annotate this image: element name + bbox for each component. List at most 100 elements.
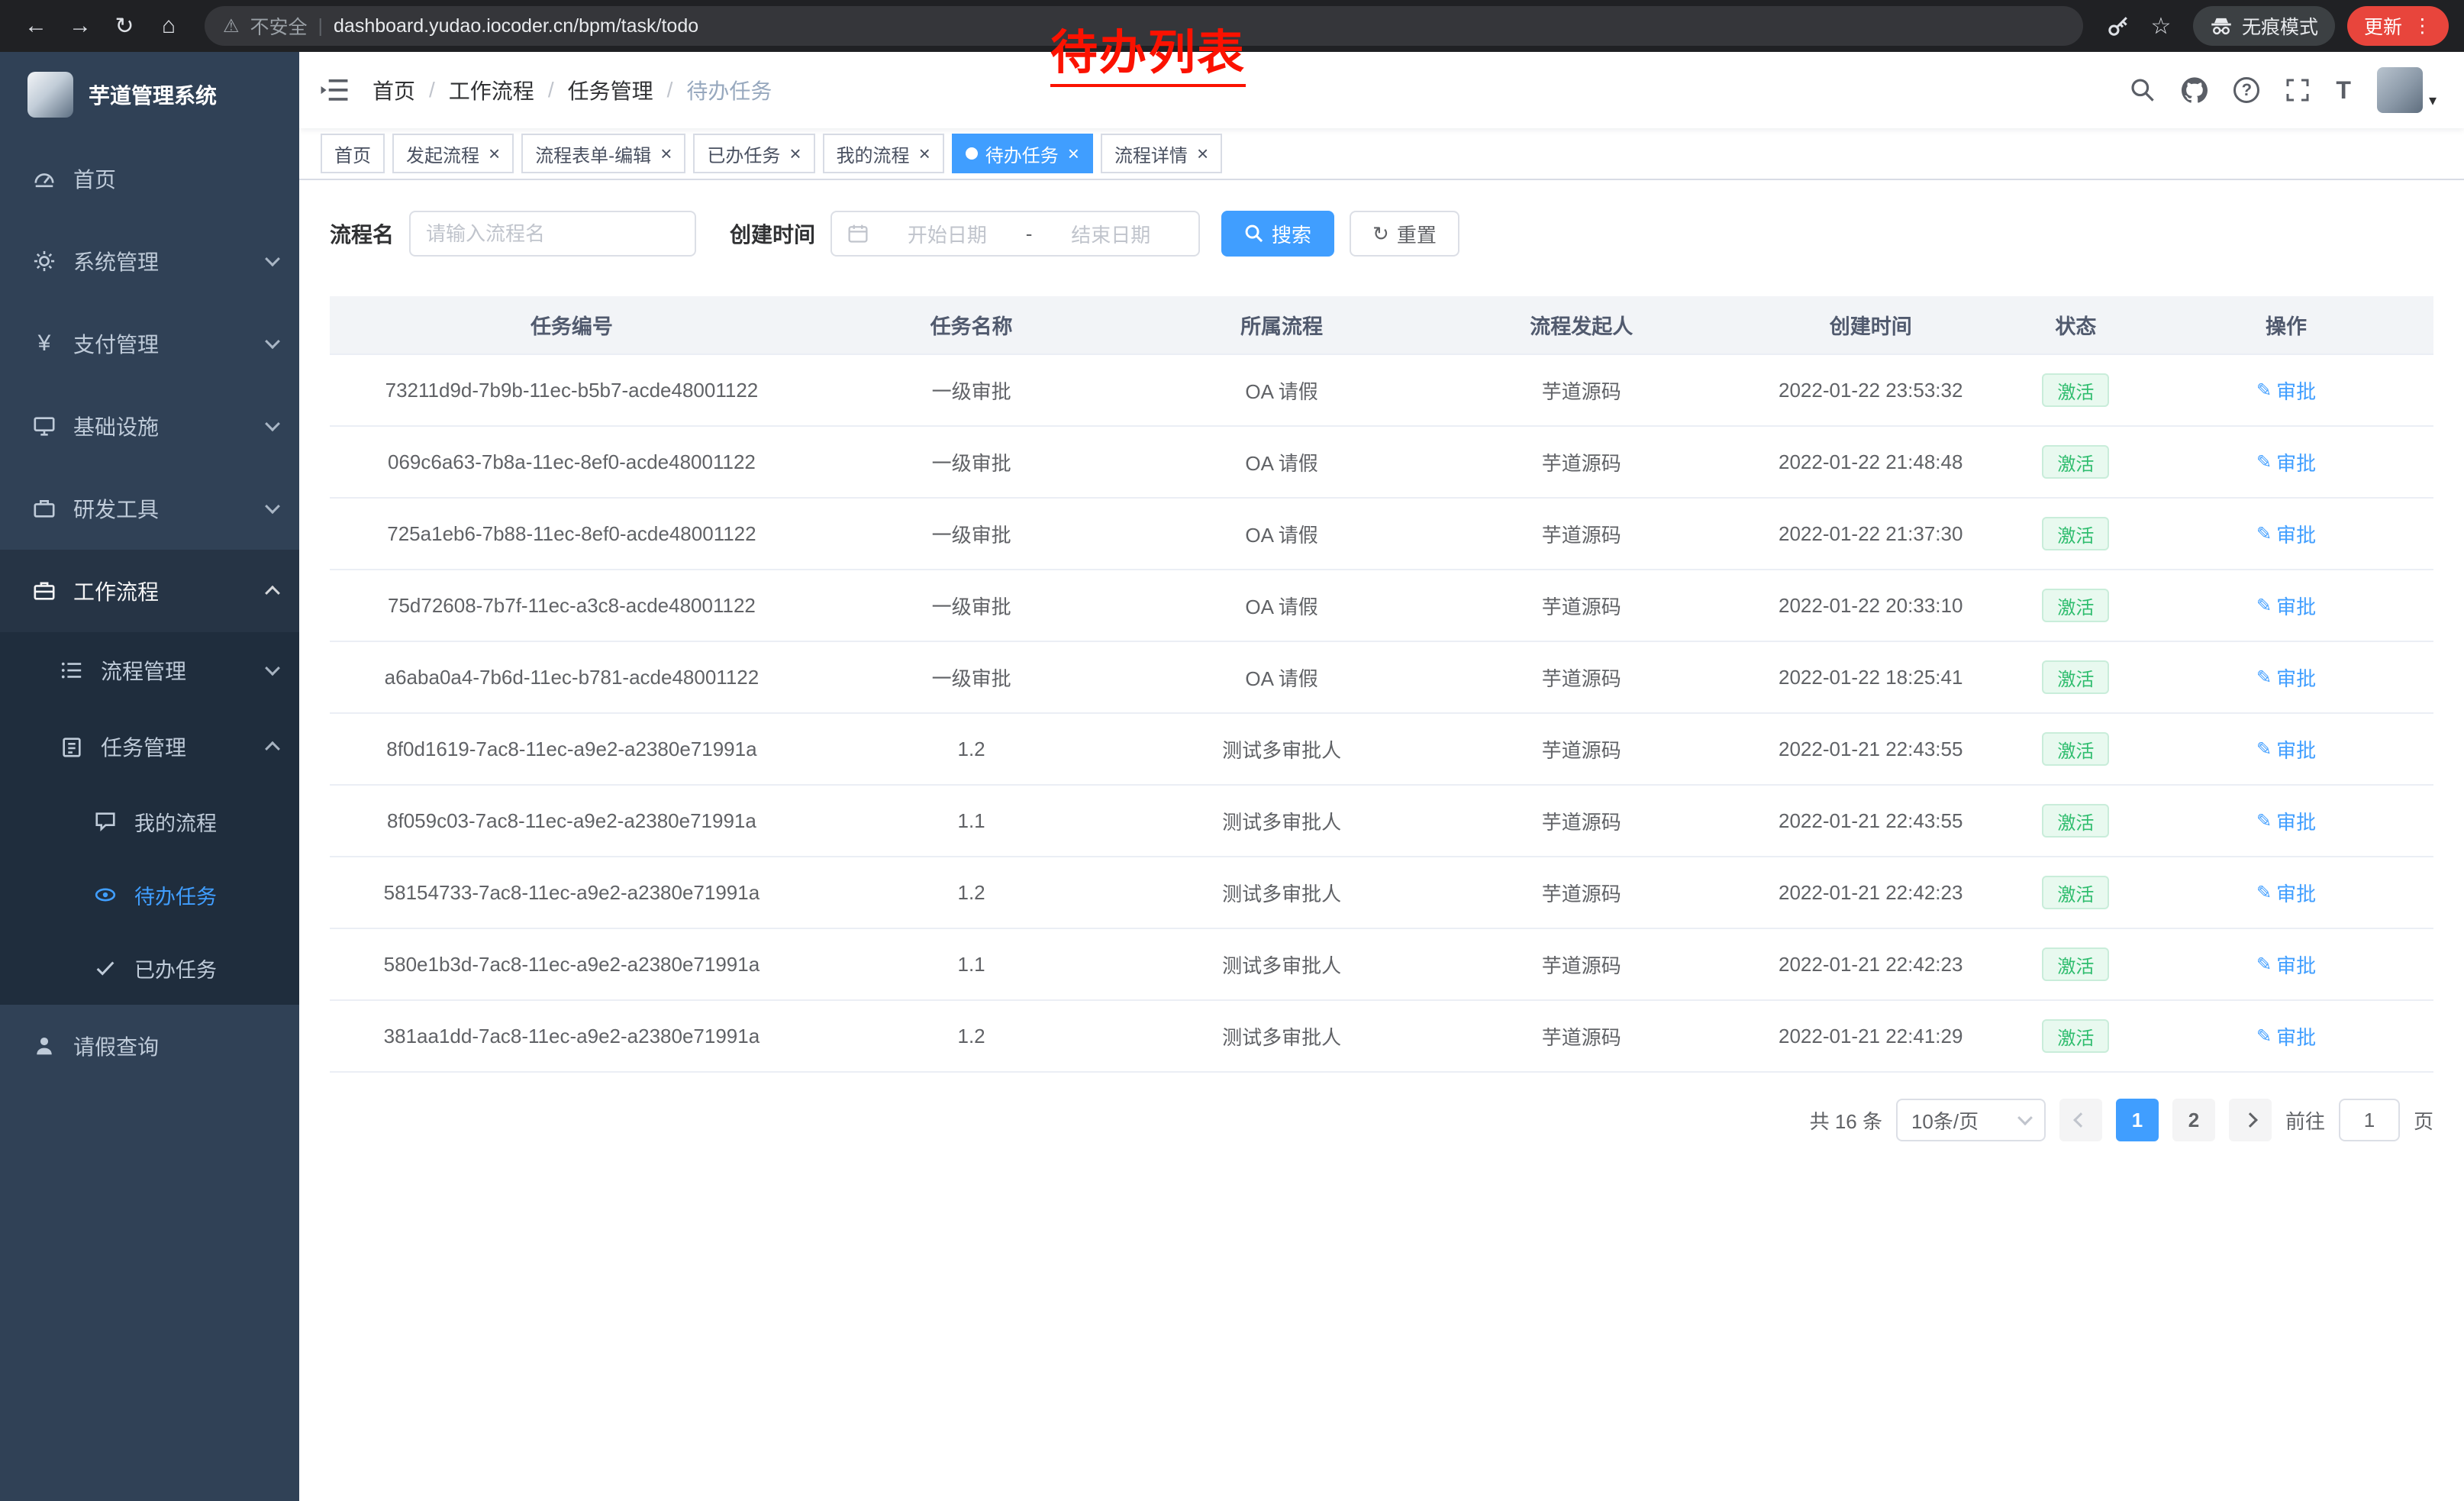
key-icon[interactable] — [2098, 14, 2138, 38]
bookmark-star-icon[interactable]: ☆ — [2141, 13, 2181, 40]
tab-todo-tasks[interactable]: 待办任务 × — [952, 134, 1093, 173]
breadcrumb-separator: / — [429, 78, 435, 102]
sidebar-item-workflow[interactable]: 工作流程 — [0, 550, 299, 632]
status-badge: 激活 — [2042, 660, 2109, 694]
page-button-2[interactable]: 2 — [2172, 1099, 2215, 1141]
forward-icon[interactable]: → — [60, 5, 101, 47]
sidebar-item-label: 任务管理 — [101, 731, 267, 762]
goto-page-input[interactable] — [2339, 1099, 2400, 1141]
home-icon[interactable]: ⌂ — [148, 5, 189, 47]
prev-page-button[interactable] — [2059, 1099, 2102, 1141]
cell-task-name: 一级审批 — [814, 641, 1129, 713]
cell-starter: 芋道源码 — [1434, 713, 1729, 785]
breadcrumb-item-workflow[interactable]: 工作流程 — [449, 75, 534, 105]
table-row: 580e1b3d-7ac8-11ec-a9e2-a2380e71991a1.1测… — [330, 928, 2433, 1000]
breadcrumb-item-home[interactable]: 首页 — [373, 75, 415, 105]
sidebar-toggle-button[interactable] — [321, 76, 348, 104]
page-button-1[interactable]: 1 — [2116, 1099, 2159, 1141]
help-icon[interactable]: ? — [2233, 77, 2259, 103]
status-badge: 激活 — [2042, 947, 2109, 981]
status-badge: 激活 — [2042, 589, 2109, 622]
update-label: 更新 — [2364, 12, 2402, 40]
sidebar-item-process-mgmt[interactable]: 流程管理 — [0, 632, 299, 709]
fullscreen-icon[interactable] — [2285, 78, 2310, 102]
sidebar-item-done-tasks[interactable]: 已办任务 — [0, 931, 299, 1005]
cell-task-name: 1.1 — [814, 928, 1129, 1000]
process-name-input[interactable] — [409, 211, 696, 257]
sidebar-item-todo-tasks[interactable]: 待办任务 — [0, 858, 299, 931]
sidebar-item-label: 系统管理 — [73, 246, 267, 276]
approve-link[interactable]: ✎审批 — [2256, 807, 2316, 835]
reset-button[interactable]: ↻ 重置 — [1350, 211, 1459, 257]
cell-create-time: 2022-01-21 22:42:23 — [1729, 857, 2013, 928]
cell-starter: 芋道源码 — [1434, 857, 1729, 928]
close-icon[interactable]: × — [1197, 144, 1208, 163]
tab-home[interactable]: 首页 — [321, 134, 385, 173]
tab-label: 流程详情 — [1114, 140, 1188, 167]
chevron-down-icon — [2017, 1110, 2033, 1125]
approve-link[interactable]: ✎审批 — [2256, 879, 2316, 907]
search-icon[interactable] — [2130, 77, 2156, 103]
cell-create-time: 2022-01-21 22:43:55 — [1729, 785, 2013, 857]
github-icon[interactable] — [2182, 77, 2208, 103]
update-button[interactable]: 更新 ⋮ — [2347, 6, 2449, 46]
chevron-right-icon — [2243, 1112, 2258, 1128]
tab-form-edit[interactable]: 流程表单-编辑 × — [521, 134, 685, 173]
tab-start-process[interactable]: 发起流程 × — [392, 134, 514, 173]
avatar[interactable] — [2377, 67, 2423, 113]
search-button[interactable]: 搜索 — [1221, 211, 1334, 257]
page-size-select[interactable]: 10条/页 — [1896, 1099, 2046, 1141]
close-icon[interactable]: × — [660, 144, 672, 163]
next-page-button[interactable] — [2229, 1099, 2272, 1141]
sidebar-item-system[interactable]: 系统管理 — [0, 220, 299, 302]
close-icon[interactable]: × — [919, 144, 930, 163]
chevron-down-icon — [265, 416, 280, 431]
url-text: dashboard.yudao.iocoder.cn/bpm/task/todo — [334, 15, 698, 37]
sidebar-item-payment[interactable]: ¥ 支付管理 — [0, 302, 299, 385]
sidebar-item-my-process[interactable]: 我的流程 — [0, 785, 299, 858]
chevron-up-icon — [265, 586, 280, 601]
close-icon[interactable]: × — [1068, 144, 1079, 163]
annotation-text: 待办列表 — [1050, 14, 1246, 87]
sidebar-item-task-mgmt[interactable]: 任务管理 — [0, 709, 299, 785]
tab-done-tasks[interactable]: 已办任务 × — [693, 134, 814, 173]
column-header: 所属流程 — [1129, 296, 1434, 354]
cell-task-id: 381aa1dd-7ac8-11ec-a9e2-a2380e71991a — [330, 1000, 814, 1072]
reset-label: 重置 — [1397, 220, 1437, 248]
date-range-picker[interactable]: 开始日期 - 结束日期 — [830, 211, 1200, 257]
approve-link[interactable]: ✎审批 — [2256, 448, 2316, 476]
approve-link[interactable]: ✎审批 — [2256, 735, 2316, 763]
goto-suffix: 页 — [2414, 1106, 2433, 1135]
sidebar-item-devtools[interactable]: 研发工具 — [0, 467, 299, 550]
incognito-icon — [2210, 15, 2233, 37]
approve-link[interactable]: ✎审批 — [2256, 592, 2316, 620]
tab-label: 已办任务 — [707, 140, 780, 167]
approve-link[interactable]: ✎审批 — [2256, 663, 2316, 692]
eye-icon — [92, 883, 119, 906]
sidebar-item-leave-query[interactable]: 请假查询 — [0, 1005, 299, 1087]
reload-icon[interactable]: ↻ — [104, 5, 145, 47]
breadcrumb-item-task-mgmt[interactable]: 任务管理 — [568, 75, 653, 105]
caret-down-icon: ▾ — [2429, 91, 2437, 113]
approve-link[interactable]: ✎审批 — [2256, 520, 2316, 548]
close-icon[interactable]: × — [489, 144, 500, 163]
close-icon[interactable]: × — [789, 144, 801, 163]
approve-link[interactable]: ✎审批 — [2256, 376, 2316, 405]
more-menu-icon[interactable]: ⋮ — [2413, 15, 2432, 37]
sidebar-item-home[interactable]: 首页 — [0, 137, 299, 220]
approve-label: 审批 — [2276, 879, 2316, 907]
sidebar-item-infra[interactable]: 基础设施 — [0, 385, 299, 467]
search-label: 搜索 — [1272, 220, 1311, 248]
approve-label: 审批 — [2276, 376, 2316, 405]
status-badge: 激活 — [2042, 876, 2109, 909]
font-size-icon[interactable]: T — [2336, 76, 2351, 105]
calendar-icon — [847, 223, 869, 244]
gear-icon — [31, 250, 58, 273]
approve-link[interactable]: ✎审批 — [2256, 1022, 2316, 1051]
tab-my-process[interactable]: 我的流程 × — [823, 134, 944, 173]
user-menu[interactable]: ▾ — [2377, 67, 2437, 113]
approve-link[interactable]: ✎审批 — [2256, 951, 2316, 979]
back-icon[interactable]: ← — [15, 5, 56, 47]
approve-label: 审批 — [2276, 1022, 2316, 1051]
tab-process-detail[interactable]: 流程详情 × — [1101, 134, 1222, 173]
